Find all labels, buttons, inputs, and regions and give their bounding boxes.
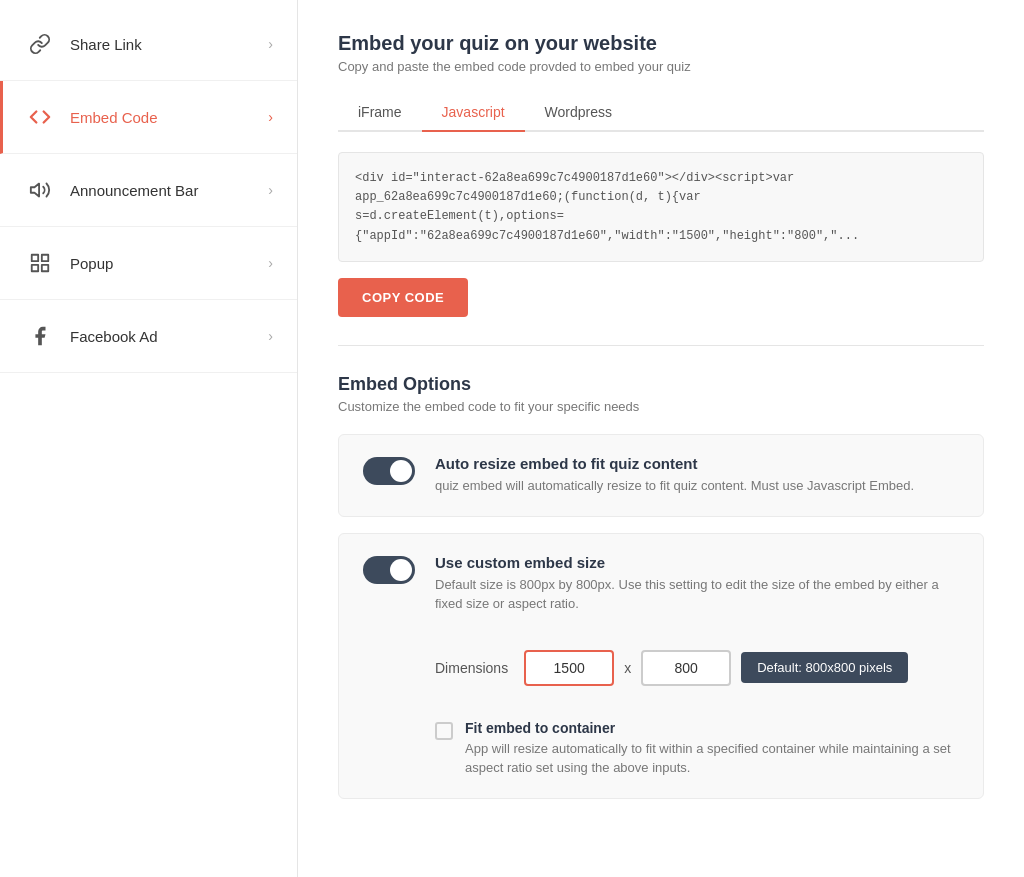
x-separator: x bbox=[624, 660, 631, 676]
auto-resize-title: Auto resize embed to fit quiz content bbox=[435, 455, 959, 472]
sidebar-item-embed-code-label: Embed Code bbox=[70, 109, 268, 126]
chevron-right-icon-3: › bbox=[268, 255, 273, 271]
sidebar-item-facebook-label: Facebook Ad bbox=[70, 328, 268, 345]
page-subtitle: Copy and paste the embed code provded to… bbox=[338, 59, 984, 74]
svg-marker-0 bbox=[31, 184, 39, 197]
copy-code-button[interactable]: COPY CODE bbox=[338, 278, 468, 317]
fit-container-desc: App will resize automatically to fit wit… bbox=[465, 739, 959, 778]
chevron-right-icon-2: › bbox=[268, 182, 273, 198]
sidebar: Share Link › Embed Code › Announcement B… bbox=[0, 0, 298, 877]
auto-resize-toggle[interactable] bbox=[363, 457, 415, 485]
height-input[interactable] bbox=[641, 650, 731, 686]
sidebar-item-embed-code[interactable]: Embed Code › bbox=[0, 81, 297, 154]
embed-options-subtitle: Customize the embed code to fit your spe… bbox=[338, 399, 984, 414]
popup-icon bbox=[24, 247, 56, 279]
chevron-right-icon: › bbox=[268, 36, 273, 52]
dimensions-label: Dimensions bbox=[435, 660, 508, 676]
custom-size-title: Use custom embed size bbox=[435, 554, 959, 571]
svg-rect-4 bbox=[42, 265, 48, 271]
custom-size-desc: Default size is 800px by 800px. Use this… bbox=[435, 575, 959, 614]
svg-rect-3 bbox=[32, 265, 38, 271]
fit-container-title: Fit embed to container bbox=[465, 720, 959, 736]
tab-javascript[interactable]: Javascript bbox=[422, 94, 525, 132]
embed-options-title: Embed Options bbox=[338, 374, 984, 395]
auto-resize-desc: quiz embed will automatically resize to … bbox=[435, 476, 959, 496]
page-title: Embed your quiz on your website bbox=[338, 32, 984, 55]
section-divider bbox=[338, 345, 984, 346]
sidebar-item-popup-label: Popup bbox=[70, 255, 268, 272]
main-content: Embed your quiz on your website Copy and… bbox=[298, 0, 1024, 877]
auto-resize-option: Auto resize embed to fit quiz content qu… bbox=[338, 434, 984, 517]
default-size-button[interactable]: Default: 800x800 pixels bbox=[741, 652, 908, 683]
announcement-icon bbox=[24, 174, 56, 206]
sidebar-item-announcement-bar[interactable]: Announcement Bar › bbox=[0, 154, 297, 227]
width-input[interactable] bbox=[524, 650, 614, 686]
svg-rect-2 bbox=[42, 255, 48, 261]
code-content: <div id="interact-62a8ea699c7c4900187d1e… bbox=[355, 169, 967, 246]
sidebar-item-facebook-ad[interactable]: Facebook Ad › bbox=[0, 300, 297, 373]
dimensions-row: Dimensions x Default: 800x800 pixels bbox=[363, 650, 959, 686]
custom-size-toggle[interactable] bbox=[363, 556, 415, 584]
tab-wordpress[interactable]: Wordpress bbox=[525, 94, 632, 132]
auto-resize-content: Auto resize embed to fit quiz content qu… bbox=[435, 455, 959, 496]
tab-iframe[interactable]: iFrame bbox=[338, 94, 422, 132]
sidebar-item-popup[interactable]: Popup › bbox=[0, 227, 297, 300]
sidebar-item-announcement-label: Announcement Bar bbox=[70, 182, 268, 199]
fit-container-row: Fit embed to container App will resize a… bbox=[363, 720, 959, 778]
fit-container-content: Fit embed to container App will resize a… bbox=[465, 720, 959, 778]
chevron-right-active-icon: › bbox=[268, 109, 273, 125]
link-icon bbox=[24, 28, 56, 60]
chevron-right-icon-4: › bbox=[268, 328, 273, 344]
sidebar-item-share-link-label: Share Link bbox=[70, 36, 268, 53]
embed-tabs: iFrame Javascript Wordpress bbox=[338, 94, 984, 132]
fit-container-checkbox[interactable] bbox=[435, 722, 453, 740]
embed-code-box: <div id="interact-62a8ea699c7c4900187d1e… bbox=[338, 152, 984, 262]
custom-size-content: Use custom embed size Default size is 80… bbox=[435, 554, 959, 614]
custom-size-option: Use custom embed size Default size is 80… bbox=[338, 533, 984, 799]
code-icon bbox=[24, 101, 56, 133]
sidebar-item-share-link[interactable]: Share Link › bbox=[0, 8, 297, 81]
facebook-icon bbox=[24, 320, 56, 352]
svg-rect-1 bbox=[32, 255, 38, 261]
